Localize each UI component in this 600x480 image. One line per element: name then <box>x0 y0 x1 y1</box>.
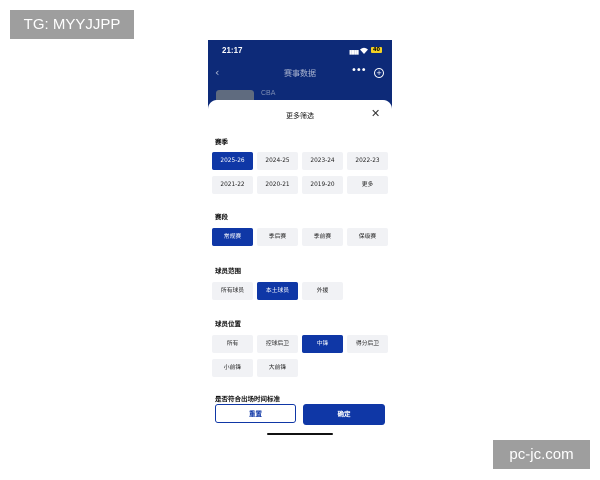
team-name: CBA <box>261 90 276 97</box>
season-option-2020-21[interactable]: 2020-21 <box>257 176 298 194</box>
scope-option-all[interactable]: 所有球员 <box>212 282 253 300</box>
position-option-all[interactable]: 所有 <box>212 335 253 353</box>
season-option-2025-26[interactable]: 2025-26 <box>212 152 253 170</box>
season-section-label: 赛季 <box>215 138 228 146</box>
reset-button[interactable]: 重置 <box>215 404 296 423</box>
wifi-icon <box>360 47 368 54</box>
status-bar: 21:17 ▮▮▮▮ 40 <box>208 40 392 62</box>
stage-option-preseason[interactable]: 季前赛 <box>302 228 343 246</box>
season-option-2023-24[interactable]: 2023-24 <box>302 152 343 170</box>
sheet-title: 更多筛选 <box>286 112 314 120</box>
battery-icon: 40 <box>371 47 382 53</box>
season-option-2019-20[interactable]: 2019-20 <box>302 176 343 194</box>
home-indicator <box>267 433 333 435</box>
scope-option-foreign[interactable]: 外援 <box>302 282 343 300</box>
more-icon[interactable]: ••• <box>351 65 367 76</box>
season-option-2024-25[interactable]: 2024-25 <box>257 152 298 170</box>
player-scope-section-label: 球员范围 <box>215 267 241 275</box>
stage-option-relegation[interactable]: 保级赛 <box>347 228 388 246</box>
signal-icon: ▮▮▮▮ <box>349 49 359 56</box>
season-option-more[interactable]: 更多 <box>347 176 388 194</box>
season-option-2022-23[interactable]: 2022-23 <box>347 152 388 170</box>
position-option-small-forward[interactable]: 小前锋 <box>212 359 253 377</box>
status-icons: ▮▮▮▮ 40 <box>349 47 385 56</box>
position-option-power-forward[interactable]: 大前锋 <box>257 359 298 377</box>
stage-section-label: 赛段 <box>215 213 228 221</box>
add-icon[interactable]: + <box>374 68 384 78</box>
stage-option-playoffs[interactable]: 季后赛 <box>257 228 298 246</box>
season-option-2021-22[interactable]: 2021-22 <box>212 176 253 194</box>
status-time: 21:17 <box>222 46 243 55</box>
time-standard-section-label: 是否符合出场时间标准 <box>215 395 280 403</box>
phone-screen: 21:17 ▮▮▮▮ 40 ‹ 赛事数据 ••• + CBA 更多筛选 ✕ 赛季… <box>208 40 392 440</box>
scope-option-domestic[interactable]: 本土球员 <box>257 282 298 300</box>
position-option-point-guard[interactable]: 控球后卫 <box>257 335 298 353</box>
position-option-center[interactable]: 中锋 <box>302 335 343 353</box>
stage-option-regular[interactable]: 常规赛 <box>212 228 253 246</box>
position-section-label: 球员位置 <box>215 320 241 328</box>
close-icon[interactable]: ✕ <box>371 108 380 119</box>
filter-sheet: 更多筛选 ✕ 赛季 2025-26 2024-25 2023-24 2022-2… <box>208 100 392 440</box>
navbar: ‹ 赛事数据 ••• + <box>208 62 392 84</box>
watermark-top-left: TG: MYYJJPP <box>10 10 134 39</box>
watermark-bottom-right: pc-jc.com <box>493 440 590 469</box>
position-option-shooting-guard[interactable]: 得分后卫 <box>347 335 388 353</box>
confirm-button[interactable]: 确定 <box>303 404 385 425</box>
